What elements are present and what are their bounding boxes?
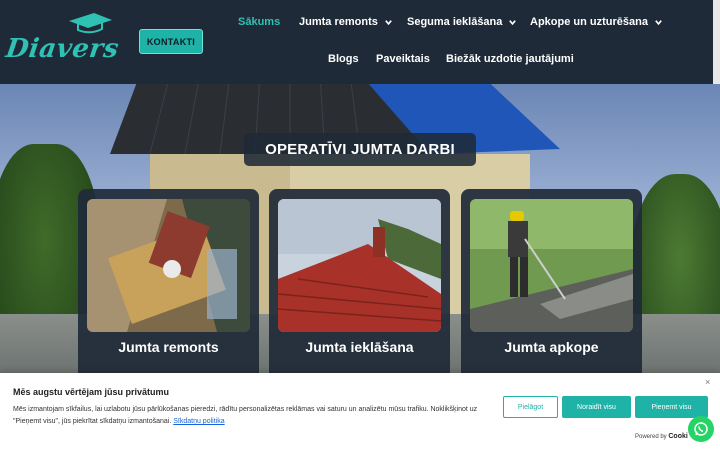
cookie-policy-link[interactable]: Sīkdatņu politika [173,418,224,425]
nav-item-portfolio[interactable]: Paveiktais [376,53,430,65]
service-card-roof-installation[interactable]: Jumta ieklāšana [269,189,450,389]
cookie-description: Mēs izmantojam sīkfailus, lai uzlabotu j… [13,406,478,425]
service-card-roof-repair[interactable]: Jumta remonts [78,189,259,389]
site-logo[interactable]: Diavers [3,12,121,70]
chevron-down-icon [655,19,662,25]
nav-item-maintenance[interactable]: Apkope un uzturēšana [530,16,663,28]
chevron-down-icon [385,19,392,25]
service-card-roof-maintenance[interactable]: Jumta apkope [461,189,642,389]
nav-item-home[interactable]: Sākums [238,16,280,28]
close-icon[interactable]: × [705,377,710,387]
whatsapp-button[interactable] [688,416,714,442]
powered-by-label: Powered by [635,434,667,440]
nav-label: Jumta remonts [299,16,378,28]
nav-item-roof-installation[interactable]: Seguma ieklāšana [407,16,517,28]
card-title: Jumta ieklāšana [305,339,414,355]
contact-button[interactable]: KONTAKTI [139,29,203,54]
nav-label: Biežāk uzdotie jautājumi [446,53,574,65]
nav-label: Paveiktais [376,53,430,65]
nav-item-faq[interactable]: Biežāk uzdotie jautājumi [446,53,574,65]
card-title: Jumta apkope [504,339,599,355]
powered-by: Powered by Cooki [635,433,688,440]
nav-item-blog[interactable]: Blogs [328,53,359,65]
accept-all-button[interactable]: Pieņemt visu [635,396,708,418]
cookie-text: Mēs izmantojam sīkfailus, lai uzlabotu j… [13,404,493,428]
customize-button[interactable]: Pielāgot [503,396,558,418]
red-tile-roof-photo [278,199,441,332]
reject-all-button[interactable]: Noraidīt visu [562,396,631,418]
nav-label: Seguma ieklāšana [407,16,503,28]
powered-by-brand: Cooki [668,433,688,440]
graduation-cap-icon [69,13,112,34]
logo-text: Diavers [3,34,121,64]
nav-item-roof-repair[interactable]: Jumta remonts [299,16,393,28]
card-title: Jumta remonts [118,339,219,355]
roof-pressure-washing-photo [470,199,633,332]
hero-title: OPERATĪVI JUMTA DARBI [265,141,455,158]
nav-label: Sākums [238,16,281,28]
roof-repair-photo [87,199,250,332]
cookie-banner: × Mēs augstu vērtējam jūsu privātumu Mēs… [0,373,720,450]
nav-label: Blogs [328,53,359,65]
hero-title-box: OPERATĪVI JUMTA DARBI [244,133,476,166]
chevron-down-icon [509,19,517,25]
nav-label: Apkope un uzturēšana [530,16,648,28]
whatsapp-icon [694,422,708,436]
site-header: Diavers KONTAKTI Sākums Jumta remonts Se… [0,0,713,84]
cookie-title: Mēs augstu vērtējam jūsu privātumu [13,387,170,397]
